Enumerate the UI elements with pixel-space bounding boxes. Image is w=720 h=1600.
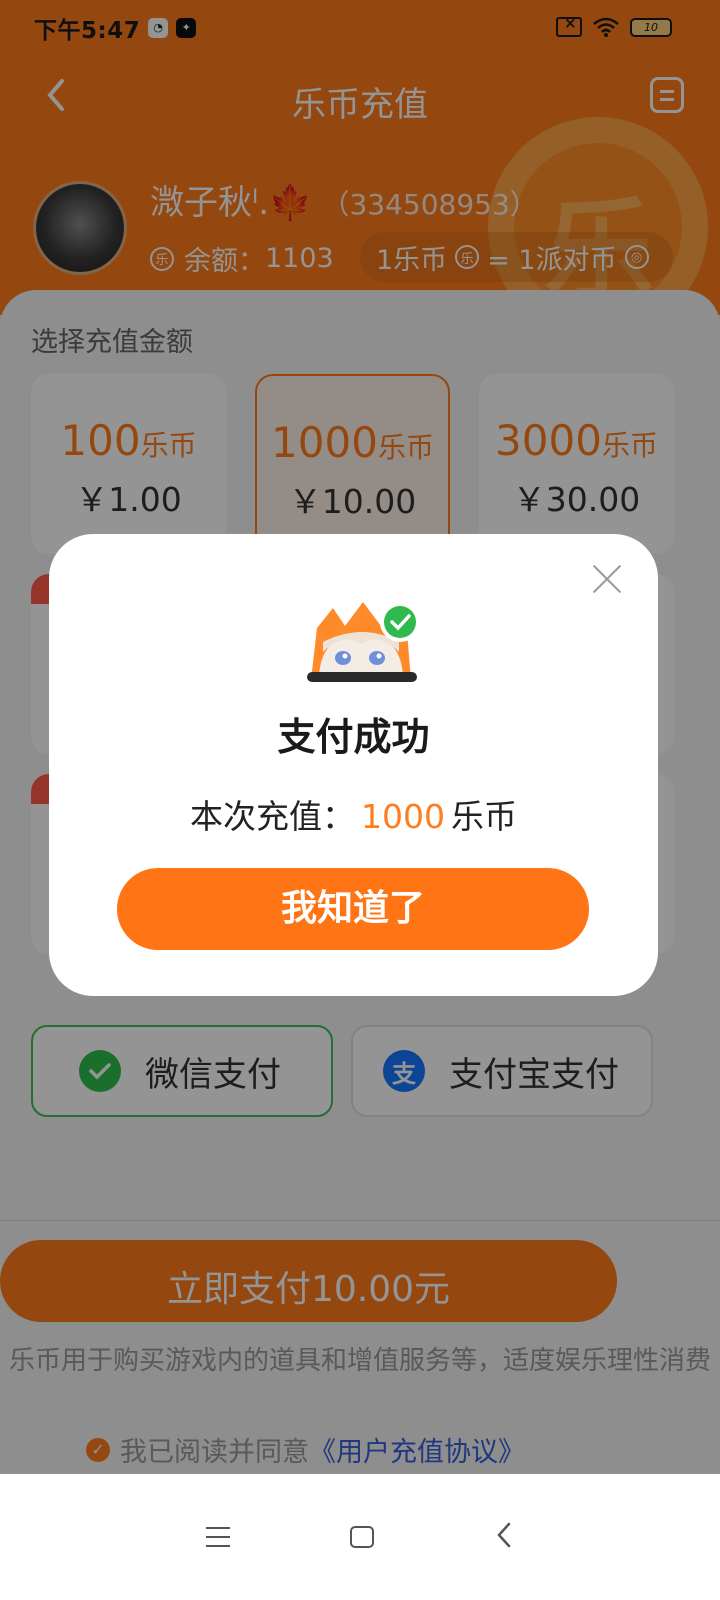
dialog-message: 本次充值： 1000 乐币 bbox=[49, 790, 658, 838]
dialog-text-prefix: 本次充值： bbox=[190, 797, 355, 836]
dialog-amount: 1000 bbox=[361, 797, 445, 836]
acknowledge-button[interactable]: 我知道了 bbox=[117, 868, 589, 950]
recent-apps-icon[interactable] bbox=[206, 1527, 230, 1547]
payment-success-dialog: 支付成功 本次充值： 1000 乐币 我知道了 bbox=[49, 534, 658, 996]
dialog-title: 支付成功 bbox=[277, 715, 430, 759]
close-icon[interactable] bbox=[592, 564, 622, 594]
dialog-text-suffix: 乐币 bbox=[450, 797, 517, 836]
back-nav-icon[interactable] bbox=[494, 1520, 514, 1554]
mascot-icon bbox=[307, 602, 420, 682]
home-icon[interactable] bbox=[350, 1526, 374, 1548]
system-nav-bar bbox=[0, 1474, 720, 1600]
